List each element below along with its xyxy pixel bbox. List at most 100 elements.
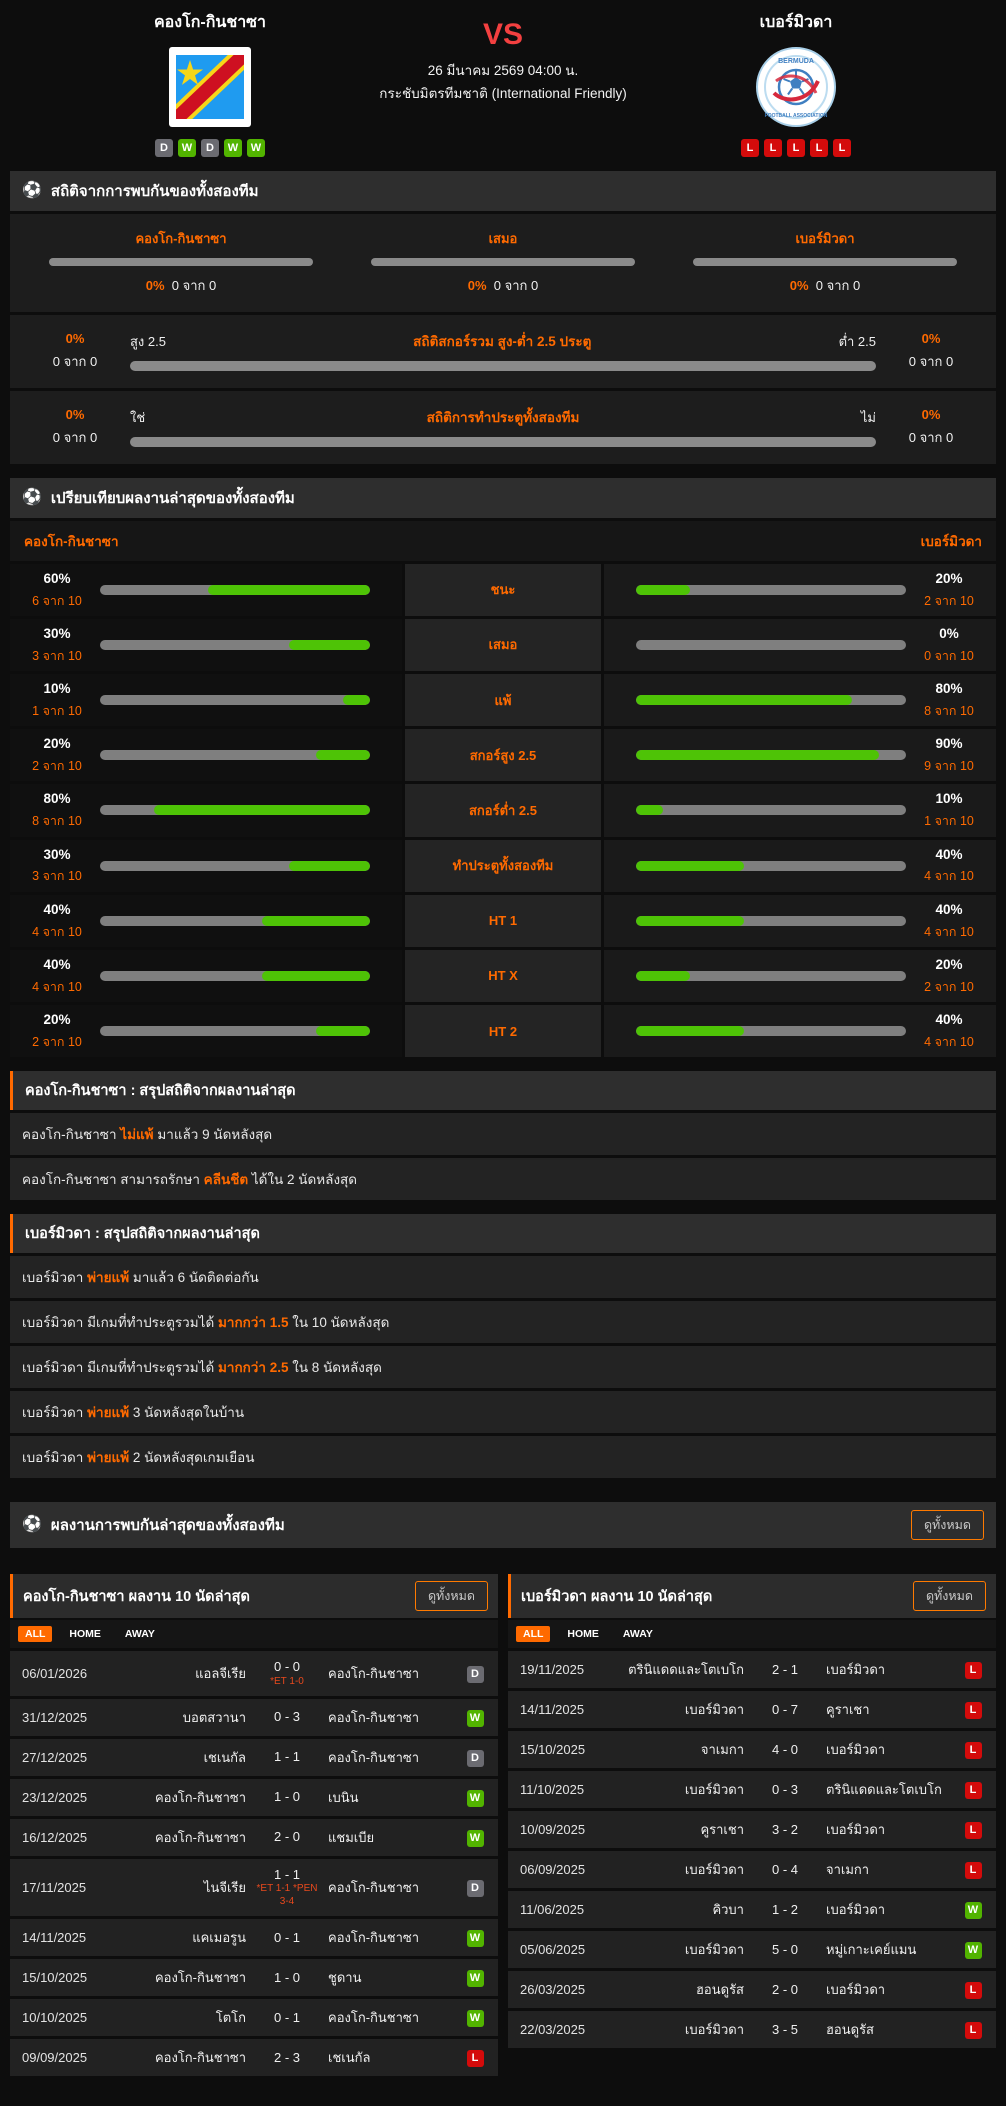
match-row[interactable]: 23/12/2025 คองโก-กินชาซา 1 - 0 เบนิน W [10,1779,498,1816]
h2h-draw-col: เสมอ 0% 0 จาก 0 [342,228,664,296]
comparison-label-cell: HT X [405,950,601,1002]
tab-away[interactable]: AWAY [616,1626,660,1642]
match-date: 14/11/2025 [18,1930,114,1945]
home-count: 8 จาก 10 [24,811,90,832]
match-row[interactable]: 11/10/2025 เบอร์มิวดา 0 - 3 ตรินิแดดและโ… [508,1771,996,1808]
match-date: 23/12/2025 [18,1790,114,1805]
home-bar [100,1026,370,1036]
h2h-recent-view-all-button[interactable]: ดูทั้งหมด [911,1510,984,1540]
h2h-recent-section: ⚽ ผลงานการพบกันล่าสุดของทั้งสองทีม ดูทั้… [10,1502,996,1548]
away-percent: 90% [916,733,982,756]
comparison-row-label: แพ้ [489,690,518,711]
match-row[interactable]: 06/01/2026 แอลจีเรีย 0 - 0 *ET 1-0 คองโก… [10,1651,498,1696]
match-row[interactable]: 10/10/2025 โตโก 0 - 1 คองโก-กินชาซา W [10,1999,498,2036]
match-row[interactable]: 31/12/2025 บอตสวานา 0 - 3 คองโก-กินชาซา … [10,1699,498,1736]
match-row[interactable]: 10/09/2025 คูราเชา 3 - 2 เบอร์มิวดา L [508,1811,996,1848]
match-away-team: ชูดาน [320,1967,460,1988]
match-row[interactable]: 14/11/2025 เบอร์มิวดา 0 - 7 คูราเชา L [508,1691,996,1728]
away-recent-title: เบอร์มิวดา ผลงาน 10 นัดล่าสุด [521,1585,712,1608]
football-icon: ⚽ [22,1517,42,1533]
match-score: 0 - 3 [752,1782,818,1798]
h2h-away-col: เบอร์มิวดา 0% 0 จาก 0 [664,228,986,296]
match-score: 5 - 0 [752,1942,818,1958]
ou-left-count: 0 จาก 0 [20,350,130,373]
match-row[interactable]: 16/12/2025 คองโก-กินชาซา 2 - 0 แชมเบีย W [10,1819,498,1856]
match-score: 0 - 4 [752,1862,818,1878]
match-home-team: โตโก [114,2007,254,2028]
tab-home[interactable]: HOME [62,1626,108,1642]
football-icon: ⚽ [22,490,42,506]
match-row[interactable]: 19/11/2025 ตรินิแดดและโตเบโก 2 - 1 เบอร์… [508,1651,996,1688]
form-badge-l: L [741,139,759,157]
match-home-team: เบอร์มิวดา [612,1859,752,1880]
away-count: 4 จาก 10 [916,1032,982,1053]
btts-yes-label: ใช่ [130,407,145,428]
match-score-note: *ET 1-0 [254,1676,320,1689]
form-badge-d: D [155,139,173,157]
ou-right-pct: 0% [876,327,986,350]
summary-row: คองโก-กินชาซา ไม่แพ้ มาแล้ว 9 นัดหลังสุด [10,1113,996,1155]
match-competition: กระชับมิตรทีมชาติ (International Friendl… [360,83,646,106]
home-percent: 60% [24,568,90,591]
match-row[interactable]: 26/03/2025 ฮอนดูรัส 2 - 0 เบอร์มิวดา L [508,1971,996,2008]
home-percent: 30% [24,844,90,867]
away-summary-header: เบอร์มิวดา : สรุปสถิติจากผลงานล่าสุด [10,1214,996,1253]
away-count: 2 จาก 10 [916,591,982,612]
tab-all[interactable]: ALL [18,1626,52,1642]
match-score: 0 - 1 [254,1930,320,1946]
ou-right-count: 0 จาก 0 [876,350,986,373]
comparison-row-label: HT 2 [483,1024,523,1039]
match-home-team: คิวบา [612,1899,752,1920]
match-row[interactable]: 15/10/2025 คองโก-กินชาซา 1 - 0 ชูดาน W [10,1959,498,1996]
match-home-team: คองโก-กินชาซา [114,2047,254,2068]
match-score: 2 - 0 [254,1829,320,1845]
match-away-team: คองโก-กินชาซา [320,2007,460,2028]
away-percent: 40% [916,1009,982,1032]
match-datetime: 26 มีนาคม 2569 04:00 น. [360,60,646,83]
home-count: 1 จาก 10 [24,701,90,722]
home-percent: 10% [24,678,90,701]
match-score: 2 - 1 [752,1662,818,1678]
home-count: 3 จาก 10 [24,866,90,887]
comparison-row: 30% 3 จาก 10 ทำประตูทั้งสองทีม 40% 4 จาก… [10,840,996,892]
ou-right-stat: 0% 0 จาก 0 [876,327,986,374]
comparison-home-cell: 30% 3 จาก 10 [10,619,402,671]
tab-all[interactable]: ALL [516,1626,550,1642]
h2h-away-bar [693,258,957,266]
home-bar [100,861,370,871]
match-row[interactable]: 27/12/2025 เชเนกัล 1 - 1 คองโก-กินชาซา D [10,1739,498,1776]
home-recent-view-all-button[interactable]: ดูทั้งหมด [415,1581,488,1611]
page: คองโก-กินชาซา DWDWW VS 26 มีนาคม 2569 04… [0,0,1006,2106]
match-row[interactable]: 06/09/2025 เบอร์มิวดา 0 - 4 จาเมกา L [508,1851,996,1888]
comparison-away-name: เบอร์มิวดา [921,530,982,552]
match-row[interactable]: 15/10/2025 จาเมกา 4 - 0 เบอร์มิวดา L [508,1731,996,1768]
summary-row: เบอร์มิวดา มีเกมที่ทำประตูรวมได้ มากกว่า… [10,1301,996,1343]
match-away-team: คองโก-กินชาซา [320,1927,460,1948]
match-row[interactable]: 17/11/2025 ไนจีเรีย 1 - 1 *ET 1-1 *PEN 3… [10,1859,498,1916]
away-bar [636,640,906,650]
h2h-home-count: 0 จาก 0 [172,278,216,293]
match-away-team: ฮอนดูรัส [818,2019,958,2040]
h2h-draw-bar [371,258,635,266]
result-badge: W [965,1942,982,1959]
match-away-team: คองโก-กินชาซา [320,1663,460,1684]
match-away-team: เบอร์มิวดา [818,1739,958,1760]
match-home-team: คองโก-กินชาซา [114,1787,254,1808]
match-row[interactable]: 11/06/2025 คิวบา 1 - 2 เบอร์มิวดา W [508,1891,996,1928]
away-bar [636,695,906,705]
match-row[interactable]: 09/09/2025 คองโก-กินชาซา 2 - 3 เชเนกัล L [10,2039,498,2076]
home-bar [100,916,370,926]
tab-home[interactable]: HOME [560,1626,606,1642]
home-percent: 20% [24,1009,90,1032]
match-row[interactable]: 05/06/2025 เบอร์มิวดา 5 - 0 หมู่เกาะเคย์… [508,1931,996,1968]
match-date: 06/01/2026 [18,1666,114,1681]
away-recent-view-all-button[interactable]: ดูทั้งหมด [913,1581,986,1611]
match-away-team: เบอร์มิวดา [818,1899,958,1920]
comparison-rows: 60% 6 จาก 10 ชนะ 20% 2 จาก 10 30% 3 จาก … [10,564,996,1058]
tab-away[interactable]: AWAY [118,1626,162,1642]
result-badge: W [467,2010,484,2027]
result-badge: W [467,1970,484,1987]
result-badge: D [467,1880,484,1897]
match-row[interactable]: 22/03/2025 เบอร์มิวดา 3 - 5 ฮอนดูรัส L [508,2011,996,2048]
match-row[interactable]: 14/11/2025 แคเมอรูน 0 - 1 คองโก-กินชาซา … [10,1919,498,1956]
